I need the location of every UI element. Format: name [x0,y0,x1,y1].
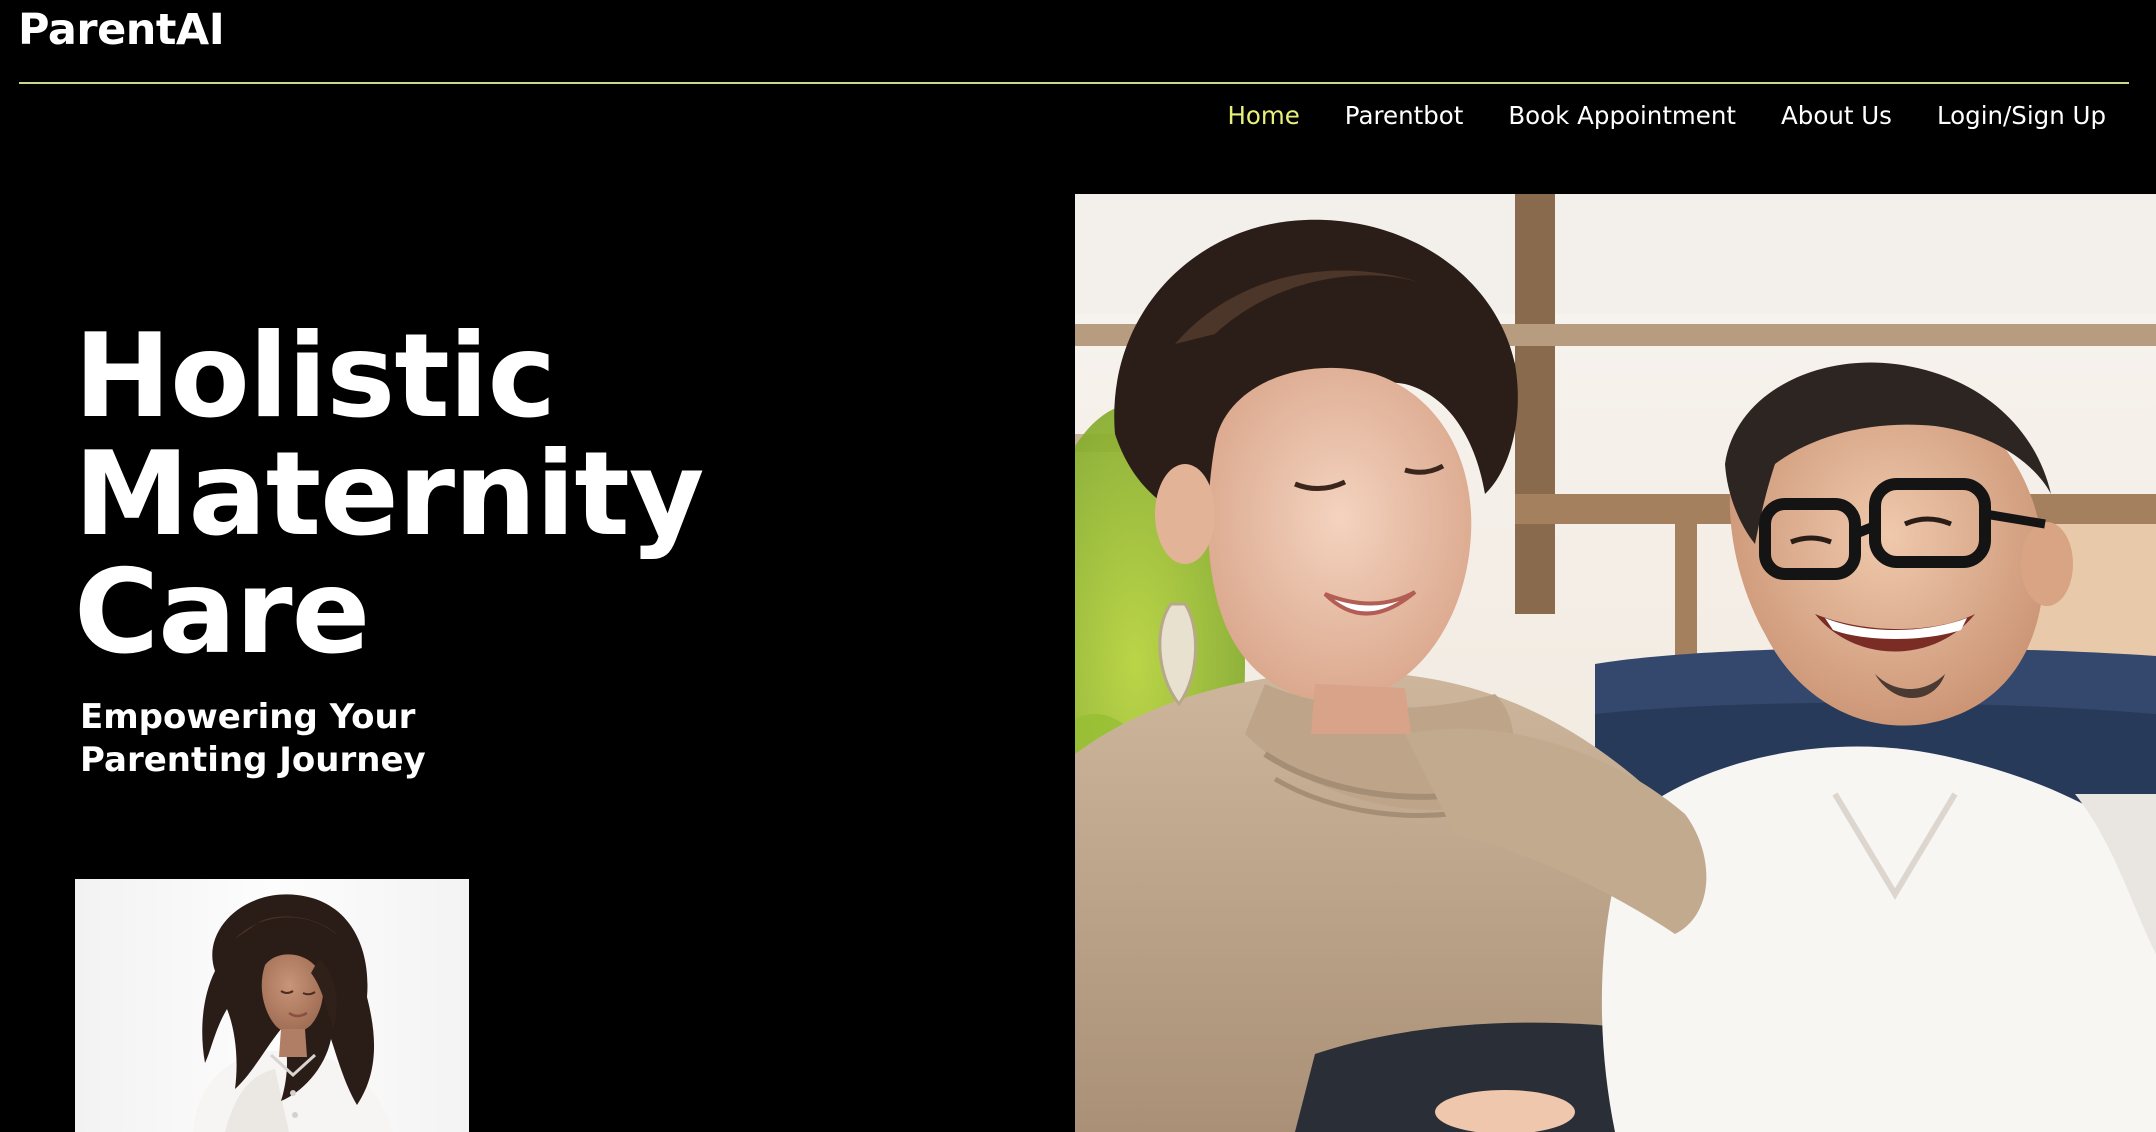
hero-title-line: Maternity [74,427,704,562]
hero-subtitle-line: Empowering Your [80,697,416,737]
hero-subtitle: Empowering Your Parenting Journey [80,696,426,782]
pregnant-woman-photo [75,879,469,1132]
nav-item-book-appointment[interactable]: Book Appointment [1508,98,1736,134]
hero-subtitle-line: Parenting Journey [80,740,426,780]
main-nav: Home Parentbot Book Appointment About Us… [1227,98,2106,134]
smiling-couple-photo [1075,194,2156,1132]
couple-illustration [1075,194,2156,1132]
nav-item-login-signup[interactable]: Login/Sign Up [1937,98,2106,134]
hero-title: Holistic Maternity Care [74,309,704,680]
site-logo[interactable]: ParentAI [18,2,225,58]
nav-item-about-us[interactable]: About Us [1781,98,1892,134]
hero-title-line: Care [74,545,370,680]
pregnant-woman-illustration [75,879,469,1132]
hero-title-line: Holistic [74,309,556,444]
nav-item-parentbot[interactable]: Parentbot [1345,98,1464,134]
header-divider [19,82,2129,84]
nav-item-home[interactable]: Home [1227,98,1299,134]
